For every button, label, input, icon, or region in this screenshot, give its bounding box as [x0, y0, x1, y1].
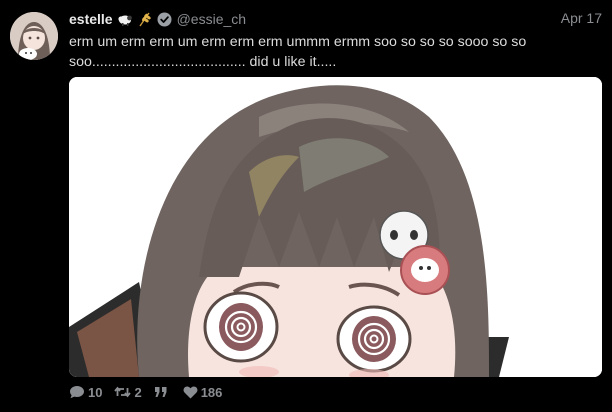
- tweet-header: estelle @essie_ch: [69, 10, 246, 28]
- verified-badge-icon: [157, 12, 172, 27]
- reply-count: 10: [88, 384, 103, 400]
- retweet-button[interactable]: 2: [114, 384, 142, 400]
- tweet-media[interactable]: [69, 77, 602, 377]
- tweet-date[interactable]: Apr 17: [561, 10, 602, 26]
- quote-button[interactable]: [154, 386, 171, 398]
- quote-icon: [154, 387, 167, 397]
- tweet-actions: 10 2 186: [69, 384, 234, 400]
- anime-girl-artwork-image: [69, 77, 602, 377]
- like-count: 186: [200, 384, 223, 400]
- retweet-icon: [114, 386, 132, 398]
- heart-icon: [183, 385, 198, 398]
- user-handle[interactable]: @essie_ch: [177, 11, 246, 27]
- display-name[interactable]: estelle: [69, 11, 113, 27]
- like-button[interactable]: 186: [183, 384, 223, 400]
- reply-button[interactable]: 10: [69, 385, 102, 400]
- wheat-emoji-icon: [137, 11, 153, 27]
- tweet-text: erm um erm erm um erm erm erm ummm ermm …: [69, 33, 569, 72]
- tweet-text-line: soo.....................................…: [69, 53, 337, 70]
- sheep-emoji-icon: [117, 11, 133, 27]
- avatar[interactable]: [10, 12, 58, 60]
- tweet: estelle @essie_ch Apr 17 erm um erm erm …: [0, 0, 612, 412]
- retweet-count: 2: [134, 384, 142, 400]
- tweet-text-line: erm um erm erm um erm erm erm ummm ermm …: [69, 34, 527, 50]
- speech-bubble-icon: [70, 386, 84, 399]
- avatar-image: [10, 12, 58, 60]
